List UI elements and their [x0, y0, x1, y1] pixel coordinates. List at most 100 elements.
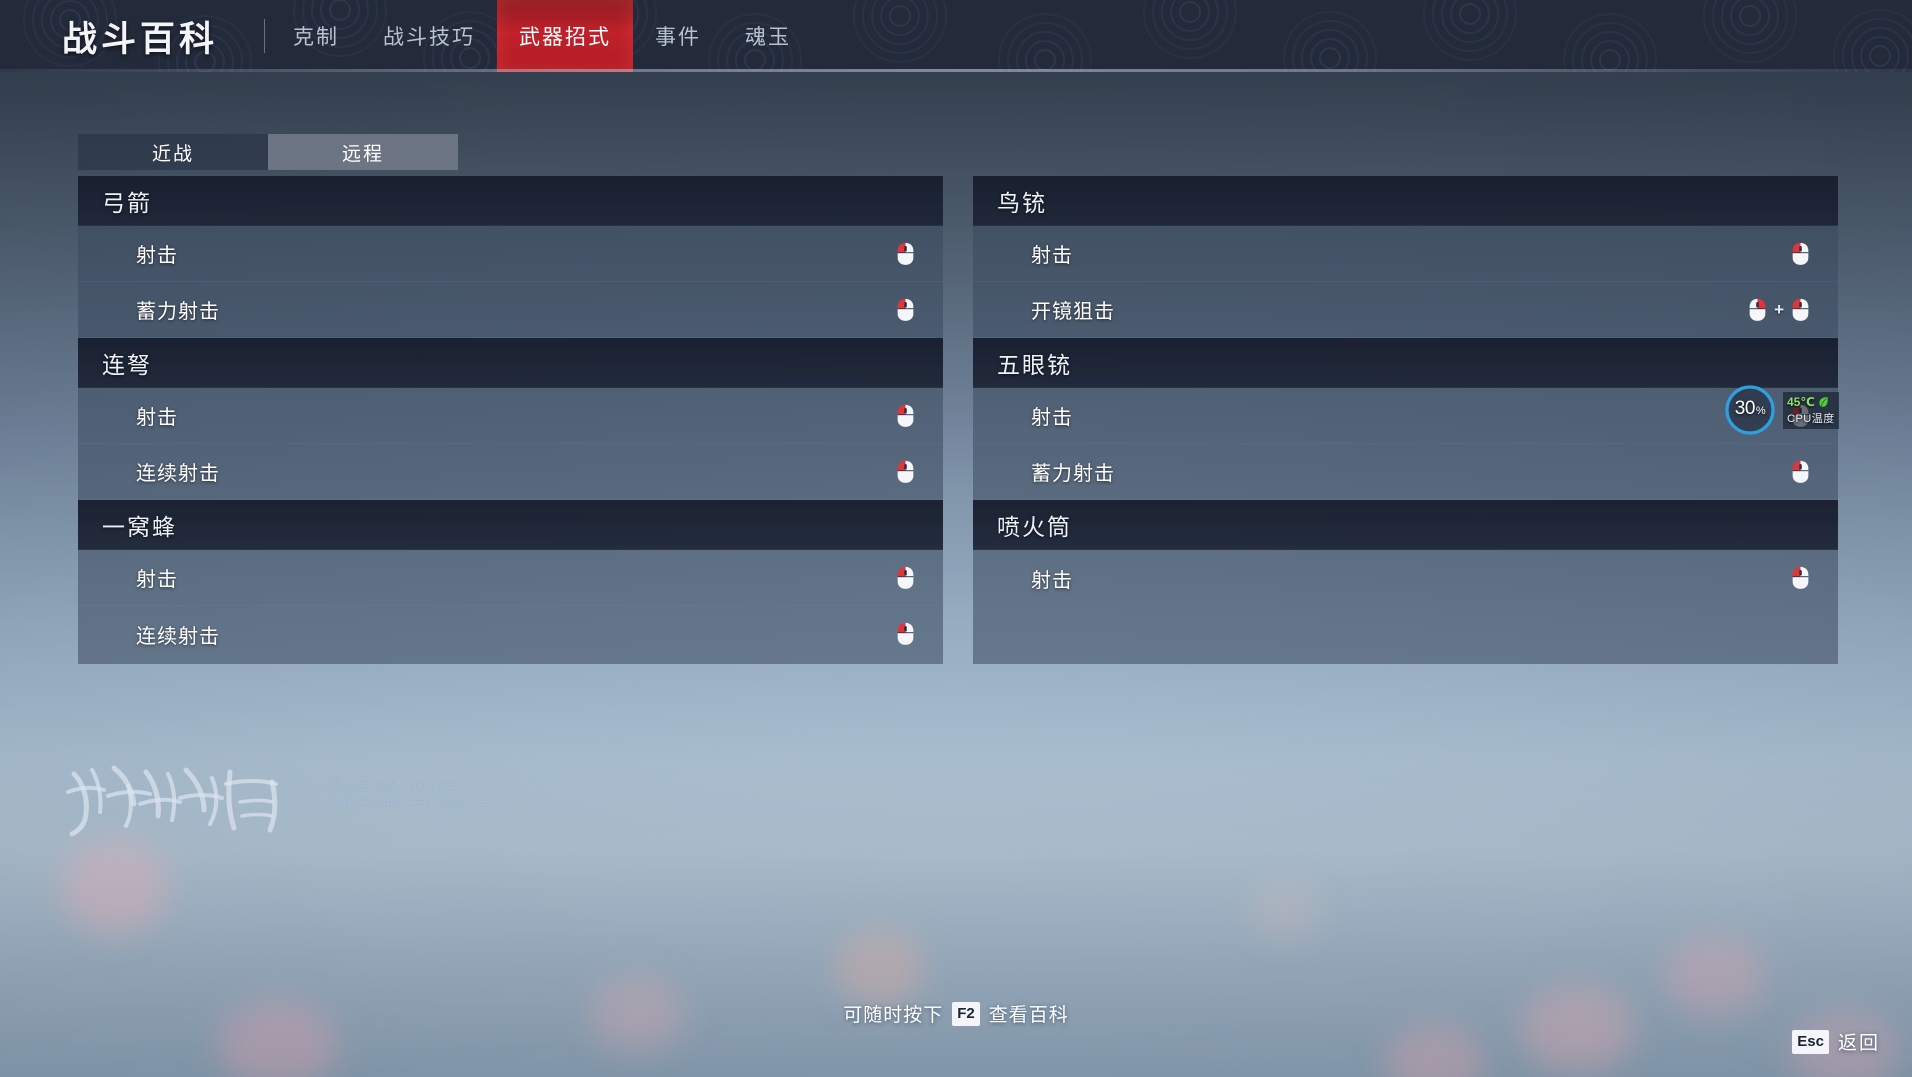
weapon-group: 弓箭射击蓄力射击 [78, 176, 943, 338]
bottom-hint: 可随时按下 F2 查看百科 [0, 1000, 1912, 1027]
move-key-binding: + [1748, 298, 1810, 322]
build-info: 先行者测试 ID:146549 游戏开发中，不代表最终品质。 [330, 778, 519, 816]
cpu-temp-label: CPU温度 [1787, 412, 1835, 425]
mouse-left-icon [897, 298, 914, 321]
cpu-temp-value: 45℃ [1787, 394, 1815, 409]
weapon-group-header: 一窝蜂 [78, 500, 943, 550]
bokeh-light [60, 840, 170, 935]
move-key-binding [1791, 566, 1810, 590]
weapon-group-name: 鸟铳 [997, 189, 1047, 216]
mouse-right-icon [1749, 298, 1766, 321]
header-bar: 战斗百科 克制 战斗技巧 武器招式 事件 魂玉 [0, 0, 1912, 72]
build-info-line1: 先行者测试 ID:146549 [330, 779, 476, 794]
nav-tab-3[interactable]: 事件 [633, 0, 723, 72]
move-row[interactable]: 射击 [973, 550, 1838, 606]
move-name: 射击 [1031, 407, 1073, 429]
move-row[interactable]: 射击 [973, 388, 1838, 444]
esc-keycap: Esc [1792, 1029, 1829, 1054]
move-name: 开镜狙击 [1031, 301, 1115, 323]
weapon-group: 连弩射击连续射击 [78, 338, 943, 500]
nav-tab-label: 事件 [655, 26, 702, 49]
move-key-binding [1791, 460, 1810, 484]
game-screen: 战斗百科 克制 战斗技巧 武器招式 事件 魂玉 近战 远程 弓箭 射击 蓄力射击 连弩 射击 连续射… [0, 0, 1912, 1077]
nav-tab-4[interactable]: 魂玉 [723, 0, 813, 72]
f2-keycap: F2 [952, 1001, 980, 1026]
move-row[interactable]: 蓄力射击 [973, 444, 1838, 500]
nav-tab-label: 魂玉 [745, 26, 792, 49]
bottom-hint-suffix: 查看百科 [988, 1005, 1069, 1026]
mouse-left-icon [897, 242, 914, 265]
cpu-usage-ring: 30% [1723, 383, 1777, 437]
title-divider [264, 19, 266, 53]
weapon-group-header: 喷火筒 [973, 500, 1838, 550]
move-row[interactable]: 开镜狙击 + [973, 282, 1838, 338]
weapon-group-header: 五眼铳 [973, 338, 1838, 388]
move-key-binding [896, 298, 915, 322]
weapon-group: 鸟铳射击开镜狙击 + [973, 176, 1838, 338]
nav-tab-1[interactable]: 战斗技巧 [361, 0, 497, 72]
weapon-category-tab-0[interactable]: 近战 [78, 134, 268, 170]
move-row[interactable]: 连续射击 [78, 444, 943, 500]
mouse-left-icon [1792, 566, 1809, 589]
cpu-usage-number: 30 [1734, 398, 1756, 419]
weapon-group-header: 连弩 [78, 338, 943, 388]
weapon-group-name: 连弩 [102, 351, 152, 378]
esc-back-button[interactable]: Esc 返回 [1792, 1028, 1880, 1055]
nav-tabs: 克制 战斗技巧 武器招式 事件 魂玉 [271, 0, 813, 72]
mouse-left-icon [897, 566, 914, 589]
nav-tab-0[interactable]: 克制 [271, 0, 361, 72]
header-underline [0, 69, 1912, 72]
mouse-left-icon [897, 460, 914, 483]
move-row[interactable]: 射击 [78, 388, 943, 444]
move-name: 射击 [136, 245, 178, 267]
move-row[interactable]: 蓄力射击 [78, 282, 943, 338]
leaf-icon [1819, 396, 1828, 407]
mouse-left-icon [1792, 298, 1809, 321]
move-key-binding [896, 460, 915, 484]
mouse-left-icon [897, 622, 914, 645]
move-row[interactable]: 射击 [973, 226, 1838, 282]
weapon-group-name: 喷火筒 [997, 513, 1072, 540]
bokeh-light [1385, 1025, 1485, 1077]
cpu-usage-unit: % [1755, 405, 1766, 417]
game-logo [66, 765, 278, 837]
move-key-binding [896, 242, 915, 266]
weapon-group-header: 弓箭 [78, 176, 943, 226]
nav-tab-2[interactable]: 武器招式 [497, 0, 634, 72]
bokeh-light [835, 930, 925, 1008]
move-name: 蓄力射击 [1031, 463, 1115, 485]
weapon-group: 喷火筒射击 [973, 500, 1838, 606]
key-separator-icon: + [1774, 299, 1784, 319]
cpu-temp-row: 45℃ [1787, 395, 1835, 409]
esc-back-label: 返回 [1837, 1033, 1880, 1054]
weapon-group-name: 弓箭 [102, 189, 152, 216]
move-name: 连续射击 [136, 463, 220, 485]
move-name: 连续射击 [136, 625, 220, 648]
page-title: 战斗百科 [62, 19, 219, 59]
move-key-binding [896, 622, 915, 646]
cpu-temp-block: 45℃ CPU温度 [1783, 391, 1839, 429]
bokeh-light [1520, 985, 1635, 1073]
weapon-category-tab-label: 近战 [151, 143, 194, 165]
weapon-group: 五眼铳射击蓄力射击 [973, 338, 1838, 500]
move-row[interactable]: 连续射击 [78, 606, 943, 662]
weapon-group-name: 一窝蜂 [102, 513, 177, 540]
build-info-line2: 游戏开发中，不代表最终品质。 [330, 797, 520, 813]
weapon-column-0: 弓箭 射击 蓄力射击 连弩 射击 连续射击 一窝蜂 射击 连续射击 [78, 176, 943, 664]
nav-tab-label: 武器招式 [519, 26, 612, 49]
weapon-column-1: 鸟铳 射击 开镜狙击 + 五眼铳 射击 蓄力射击 喷火筒 射击 [973, 176, 1838, 664]
cpu-usage-value: 30% [1723, 383, 1777, 437]
move-row[interactable]: 射击 [78, 550, 943, 606]
weapon-category-tabs: 近战 远程 [78, 134, 458, 170]
cpu-overlay-widget: 30% 45℃ CPU温度 [1723, 382, 1841, 438]
mouse-left-icon [1792, 460, 1809, 483]
nav-tab-label: 克制 [293, 26, 340, 49]
mouse-left-icon [1792, 242, 1809, 265]
weapon-group-header: 鸟铳 [973, 176, 1838, 226]
move-key-binding [896, 404, 915, 428]
move-row[interactable]: 射击 [78, 226, 943, 282]
bokeh-light [1250, 880, 1320, 940]
move-key-binding [1791, 242, 1810, 266]
weapon-category-tab-1[interactable]: 远程 [268, 134, 458, 170]
move-name: 射击 [136, 569, 178, 591]
